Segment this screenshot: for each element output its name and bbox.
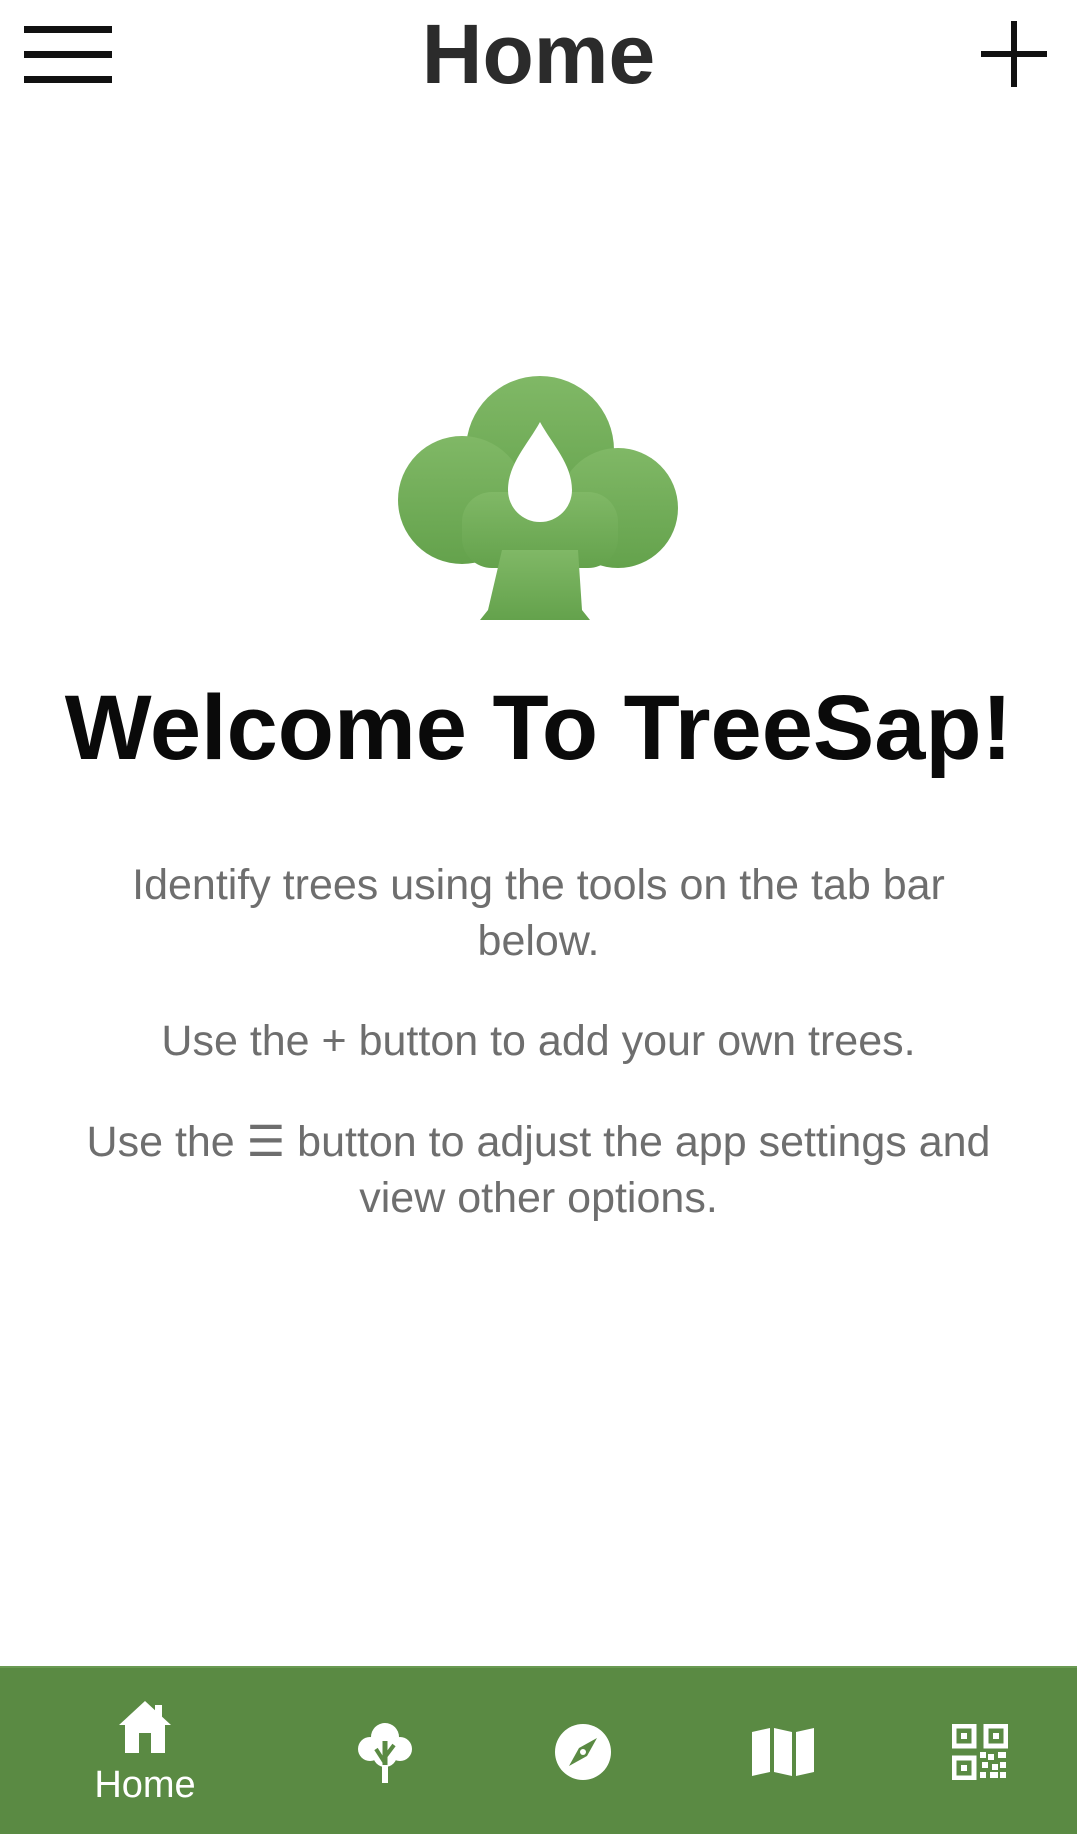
tree-icon — [358, 1723, 412, 1783]
tab-home[interactable]: Home — [60, 1668, 230, 1834]
plus-icon — [981, 21, 1047, 87]
header-bar: Home — [0, 0, 1077, 115]
tab-trees[interactable] — [330, 1668, 440, 1834]
tab-home-label: Home — [94, 1764, 196, 1806]
qr-code-icon — [952, 1724, 1008, 1780]
instruction-tabbar: Identify trees using the tools on the ta… — [132, 861, 945, 965]
tab-explore[interactable] — [528, 1668, 638, 1834]
tree-with-sap-drop-logo — [398, 376, 678, 620]
bottom-tab-bar: Home — [0, 1666, 1077, 1834]
add-tree-button[interactable] — [969, 14, 1059, 94]
instruction-menu: Use the ☰ button to adjust the app setti… — [86, 1118, 991, 1222]
welcome-title: Welcome To TreeSap! — [64, 677, 1013, 779]
page-title: Home — [421, 7, 656, 101]
tab-map[interactable] — [728, 1668, 838, 1834]
instruction-add: Use the + button to add your own trees. — [161, 1017, 916, 1065]
home-icon — [119, 1701, 171, 1753]
home-screen: Home Welcome To TreeSap! Identify trees … — [0, 0, 1077, 1834]
map-icon — [752, 1728, 814, 1776]
tab-qr-scan[interactable] — [925, 1668, 1035, 1834]
compass-icon — [555, 1724, 611, 1780]
